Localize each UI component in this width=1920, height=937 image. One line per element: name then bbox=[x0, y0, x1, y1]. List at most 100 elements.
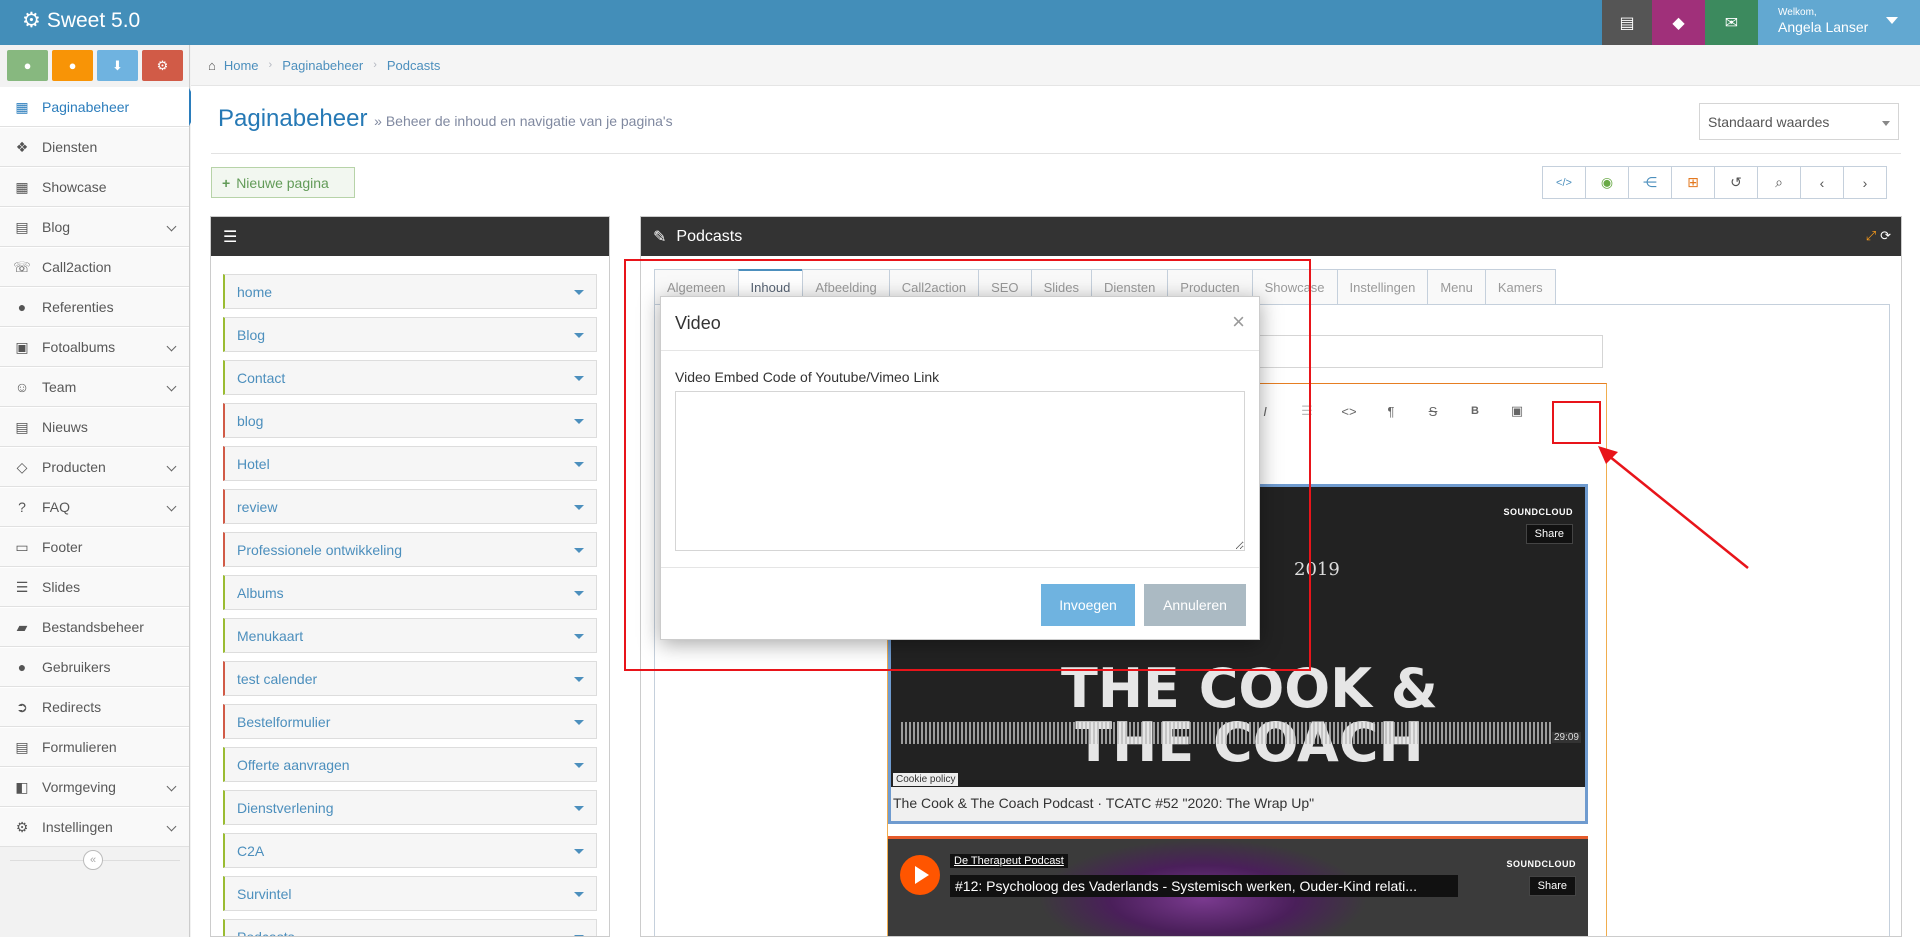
tree-item[interactable]: Contact bbox=[223, 360, 597, 395]
defaults-select[interactable]: Standaard waardes bbox=[1699, 103, 1899, 140]
shortcut-settings-button[interactable]: ⚙ bbox=[142, 50, 183, 81]
sidebar-item-bestandsbeheer[interactable]: ▰ Bestandsbeheer bbox=[0, 607, 189, 647]
share-button[interactable]: Share bbox=[1525, 524, 1573, 544]
refresh-icon[interactable]: ⟳ bbox=[1880, 228, 1891, 244]
tree-item[interactable]: C2A bbox=[223, 833, 597, 868]
sidebar-item-vormgeving[interactable]: ◧ Vormgeving bbox=[0, 767, 189, 807]
tree-item[interactable]: Podcasts bbox=[223, 919, 597, 936]
next-button[interactable]: › bbox=[1843, 166, 1887, 199]
soundcloud-logo: SOUNDCLOUD bbox=[1503, 507, 1573, 517]
soundcloud-embed-2[interactable]: De Therapeut Podcast #12: Psycholoog des… bbox=[888, 836, 1588, 936]
breadcrumb-home[interactable]: Home bbox=[224, 58, 259, 73]
tree-item[interactable]: Blog bbox=[223, 317, 597, 352]
share-icon: ⋲ bbox=[1643, 174, 1657, 190]
sidebar-item-fotoalbums[interactable]: ▣ Fotoalbums bbox=[0, 327, 189, 367]
panel-header-icons: ⤢ ⟳ bbox=[1866, 228, 1891, 244]
tree-item[interactable]: Offerte aanvragen bbox=[223, 747, 597, 782]
caret-down-icon[interactable] bbox=[574, 849, 584, 854]
caret-down-icon[interactable] bbox=[574, 505, 584, 510]
diamond-button[interactable]: ◆ bbox=[1652, 0, 1705, 45]
history-button[interactable]: ↺ bbox=[1714, 166, 1758, 199]
shortcut-download-button[interactable]: ⬇ bbox=[97, 50, 138, 81]
sidebar-item-nieuws[interactable]: ▤ Nieuws bbox=[0, 407, 189, 447]
tab-instellingen[interactable]: Instellingen bbox=[1336, 269, 1429, 305]
tree-item[interactable]: review bbox=[223, 489, 597, 524]
sidebar-item-blog[interactable]: ▤ Blog bbox=[0, 207, 189, 247]
sidebar-item-footer[interactable]: ▭ Footer bbox=[0, 527, 189, 567]
tree-item[interactable]: blog bbox=[223, 403, 597, 438]
sidebar-item-label: Gebruikers bbox=[42, 659, 111, 675]
sidebar-item-team[interactable]: ☺ Team bbox=[0, 367, 189, 407]
sidebar-item-diensten[interactable]: ❖ Diensten bbox=[0, 127, 189, 167]
tree-item[interactable]: Professionele ontwikkeling bbox=[223, 532, 597, 567]
sidebar-item-producten[interactable]: ◇ Producten bbox=[0, 447, 189, 487]
share-button[interactable]: Share bbox=[1528, 876, 1576, 896]
shortcut-map-button[interactable]: ● bbox=[7, 50, 48, 81]
sidebar-collapse-button[interactable]: « bbox=[83, 850, 103, 870]
tab-menu[interactable]: Menu bbox=[1427, 269, 1486, 305]
waveform[interactable] bbox=[901, 722, 1551, 744]
html-button[interactable]: <> bbox=[1334, 396, 1364, 426]
sidebar-item-referenties[interactable]: ● Referenties bbox=[0, 287, 189, 327]
tree-item[interactable]: test calender bbox=[223, 661, 597, 696]
podcast-link[interactable]: De Therapeut Podcast bbox=[950, 854, 1068, 868]
code-button[interactable]: </> bbox=[1542, 166, 1586, 199]
video-button[interactable]: ▣ bbox=[1502, 396, 1532, 426]
sidebar-item-redirects[interactable]: ➲ Redirects bbox=[0, 687, 189, 727]
track-title[interactable]: #12: Psycholoog des Vaderlands - Systemi… bbox=[950, 875, 1458, 897]
breadcrumb-paginabeheer[interactable]: Paginabeheer bbox=[282, 58, 363, 73]
caret-down-icon[interactable] bbox=[574, 720, 584, 725]
tree-item[interactable]: Dienstverlening bbox=[223, 790, 597, 825]
tree-item[interactable]: Bestelformulier bbox=[223, 704, 597, 739]
bars-icon[interactable]: ☰ bbox=[223, 227, 237, 247]
caret-down-icon[interactable] bbox=[574, 290, 584, 295]
sidebar-item-showcase[interactable]: ▦ Showcase bbox=[0, 167, 189, 207]
user-menu[interactable]: Welkom, Angela Lanser bbox=[1758, 0, 1920, 45]
caret-down-icon[interactable] bbox=[574, 376, 584, 381]
tree-item[interactable]: Survintel bbox=[223, 876, 597, 911]
tree-item-label: test calender bbox=[237, 670, 318, 687]
sidebar-item-instellingen[interactable]: ⚙ Instellingen bbox=[0, 807, 189, 847]
strikethrough-button[interactable]: S bbox=[1418, 396, 1448, 426]
sidebar-item-slides[interactable]: ☰ Slides bbox=[0, 567, 189, 607]
paragraph-button[interactable]: ¶ bbox=[1376, 396, 1406, 426]
sidebar-item-paginabeheer[interactable]: ▦ Paginabeheer bbox=[0, 87, 189, 127]
play-button[interactable] bbox=[900, 855, 940, 895]
messages-button[interactable]: ✉ bbox=[1705, 0, 1758, 45]
caret-down-icon[interactable] bbox=[574, 419, 584, 424]
previous-button[interactable]: ‹ bbox=[1800, 166, 1844, 199]
caret-down-icon[interactable] bbox=[574, 333, 584, 338]
sidebar-item-faq[interactable]: ? FAQ bbox=[0, 487, 189, 527]
caret-down-icon[interactable] bbox=[574, 806, 584, 811]
tree-item[interactable]: Albums bbox=[223, 575, 597, 610]
duration: 29:09 bbox=[1551, 732, 1581, 743]
share-button[interactable]: ⋲ bbox=[1628, 166, 1672, 199]
preview-button[interactable]: ◉ bbox=[1585, 166, 1629, 199]
tasks-button[interactable]: ▤ bbox=[1602, 0, 1652, 45]
tab-kamers[interactable]: Kamers bbox=[1484, 269, 1556, 305]
caret-down-icon[interactable] bbox=[574, 763, 584, 768]
sidebar-item-call2action[interactable]: ☏ Call2action bbox=[0, 247, 189, 287]
caret-down-icon[interactable] bbox=[574, 548, 584, 553]
panel-header: ☰ bbox=[211, 217, 609, 256]
tree-item[interactable]: home bbox=[223, 274, 597, 309]
expand-icon[interactable]: ⤢ bbox=[1866, 228, 1876, 244]
bold-button[interactable]: B bbox=[1460, 396, 1490, 426]
search-button[interactable]: ⌕ bbox=[1757, 166, 1801, 199]
tree-item[interactable]: Menukaart bbox=[223, 618, 597, 653]
new-page-button[interactable]: + Nieuwe pagina bbox=[211, 167, 355, 198]
sidebar-item-gebruikers[interactable]: ● Gebruikers bbox=[0, 647, 189, 687]
caret-down-icon[interactable] bbox=[574, 677, 584, 682]
caret-down-icon[interactable] bbox=[574, 892, 584, 897]
cookie-policy-link[interactable]: Cookie policy bbox=[893, 773, 959, 786]
caret-down-icon[interactable] bbox=[574, 462, 584, 467]
embed-caption: The Cook & The Coach Podcast · TCATC #52… bbox=[891, 787, 1585, 821]
shortcut-user-button[interactable]: ● bbox=[52, 50, 93, 81]
breadcrumb-podcasts[interactable]: Podcasts bbox=[387, 58, 440, 73]
caret-down-icon[interactable] bbox=[574, 634, 584, 639]
brand[interactable]: ⚙ Sweet 5.0 bbox=[22, 8, 140, 33]
caret-down-icon[interactable] bbox=[574, 591, 584, 596]
sidebar-item-formulieren[interactable]: ▤ Formulieren bbox=[0, 727, 189, 767]
sitemap-button[interactable]: ⊞ bbox=[1671, 166, 1715, 199]
tree-item[interactable]: Hotel bbox=[223, 446, 597, 481]
